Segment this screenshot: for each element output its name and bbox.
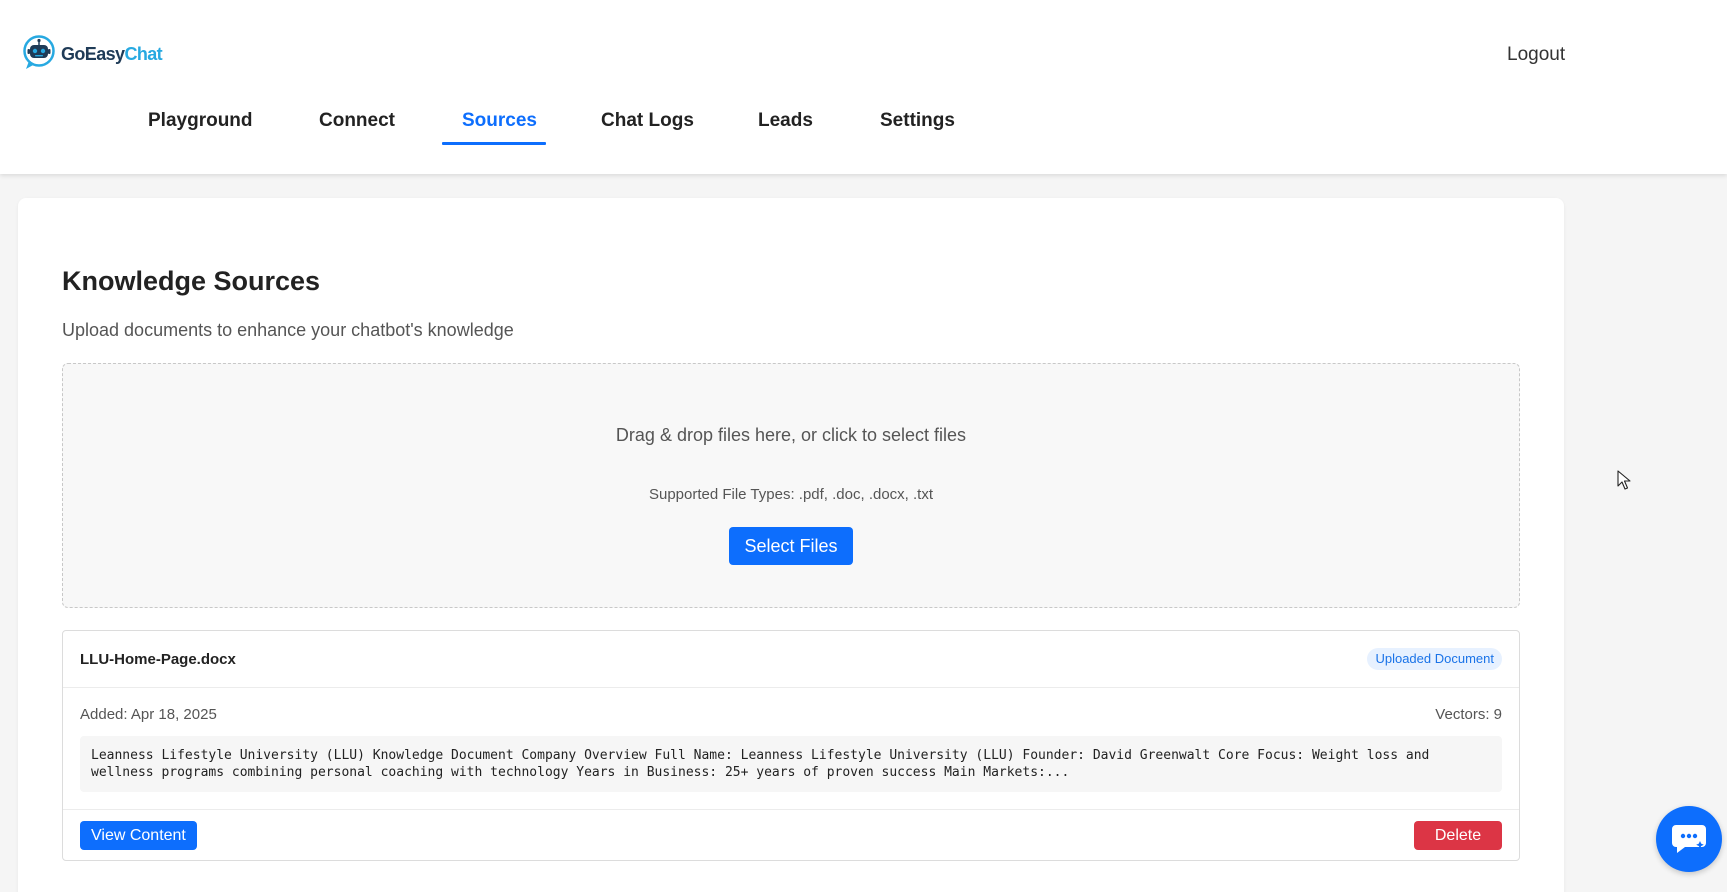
- file-dropzone[interactable]: Drag & drop files here, or click to sele…: [62, 363, 1520, 608]
- tab-leads[interactable]: Leads: [758, 100, 813, 146]
- page-subtitle: Upload documents to enhance your chatbot…: [62, 320, 514, 340]
- select-files-button[interactable]: Select Files: [729, 527, 853, 565]
- robot-chat-icon: [23, 35, 55, 69]
- document-content-preview: Leanness Lifestyle University (LLU) Know…: [80, 736, 1502, 792]
- tab-connect[interactable]: Connect: [319, 100, 395, 146]
- chat-widget-button[interactable]: [1656, 806, 1722, 872]
- document-type-badge: Uploaded Document: [1367, 648, 1502, 670]
- delete-document-button[interactable]: Delete: [1414, 821, 1502, 850]
- document-vector-count: Vectors: 9: [1435, 706, 1502, 723]
- tab-sources[interactable]: Sources: [462, 100, 537, 146]
- logout-link[interactable]: Logout: [1507, 44, 1565, 66]
- active-tab-indicator: [442, 142, 546, 145]
- brand-logo[interactable]: GoEasyChat: [22, 34, 163, 74]
- brand-name-part2: Chat: [124, 43, 163, 64]
- tab-playground[interactable]: Playground: [148, 100, 253, 146]
- top-header: GoEasyChat Logout Playground Connect Sou…: [0, 0, 1727, 174]
- document-added-date: Added: Apr 18, 2025: [80, 706, 217, 723]
- main-nav-tabs: Playground Connect Sources Chat Logs Lea…: [0, 100, 1000, 146]
- chat-bubble-icon: [1672, 825, 1706, 853]
- document-name: LLU-Home-Page.docx: [80, 651, 236, 668]
- page-title: Knowledge Sources: [62, 266, 321, 296]
- tab-chat-logs[interactable]: Chat Logs: [601, 100, 694, 146]
- document-card: LLU-Home-Page.docx Uploaded Document Add…: [62, 630, 1520, 861]
- brand-name: GoEasyChat: [61, 43, 163, 65]
- divider: [63, 809, 1519, 810]
- dropzone-instructions: Drag & drop files here, or click to sele…: [615, 425, 967, 445]
- tab-settings[interactable]: Settings: [880, 100, 955, 146]
- supported-file-types: Supported File Types: .pdf, .doc, .docx,…: [648, 486, 934, 503]
- mouse-pointer-icon: [1617, 470, 1631, 490]
- divider: [63, 687, 1519, 688]
- brand-name-part1: GoEasy: [61, 43, 125, 64]
- view-content-button[interactable]: View Content: [80, 821, 197, 850]
